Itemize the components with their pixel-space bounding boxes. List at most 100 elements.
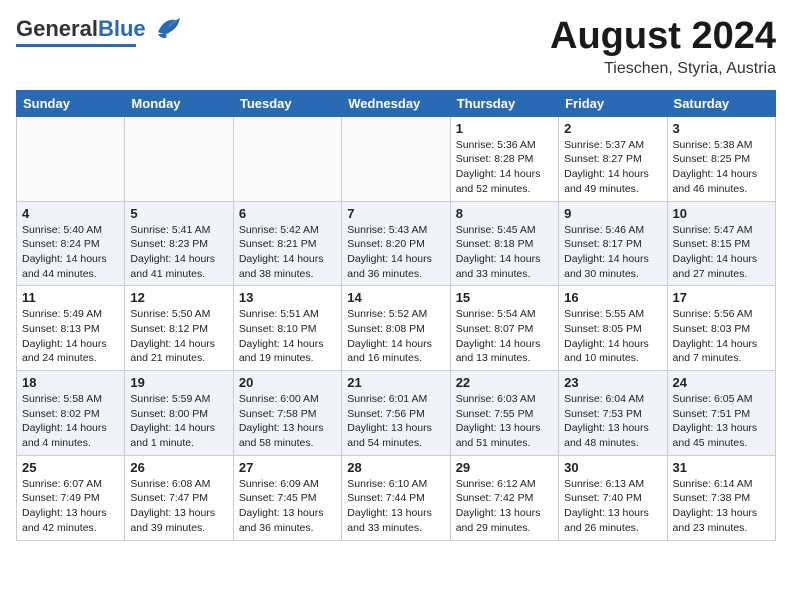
calendar-day-31: 31 Sunrise: 6:14 AM Sunset: 7:38 PM Dayli… <box>667 455 775 540</box>
day-info: Sunrise: 6:07 AM Sunset: 7:49 PM Dayligh… <box>22 477 119 536</box>
day-info: Sunrise: 5:58 AM Sunset: 8:02 PM Dayligh… <box>22 392 119 451</box>
calendar-day-28: 28 Sunrise: 6:10 AM Sunset: 7:44 PM Dayli… <box>342 455 450 540</box>
day-info: Sunrise: 6:04 AM Sunset: 7:53 PM Dayligh… <box>564 392 661 451</box>
day-info: Sunrise: 6:01 AM Sunset: 7:56 PM Dayligh… <box>347 392 444 451</box>
day-number: 26 <box>130 460 227 475</box>
logo-text: GeneralBlue <box>16 16 146 42</box>
day-info: Sunrise: 6:12 AM Sunset: 7:42 PM Dayligh… <box>456 477 553 536</box>
calendar-day-13: 13 Sunrise: 5:51 AM Sunset: 8:10 PM Dayli… <box>233 286 341 371</box>
calendar-day-15: 15Sunrise: 5:54 AM Sunset: 8:07 PM Dayli… <box>450 286 558 371</box>
day-info: Sunrise: 5:49 AM Sunset: 8:13 PM Dayligh… <box>22 307 119 366</box>
day-info: Sunrise: 5:36 AM Sunset: 8:28 PM Dayligh… <box>456 138 553 197</box>
day-number: 5 <box>130 206 227 221</box>
day-number: 17 <box>673 290 770 305</box>
calendar-day-25: 25 Sunrise: 6:07 AM Sunset: 7:49 PM Dayli… <box>17 455 125 540</box>
day-info: Sunrise: 5:54 AM Sunset: 8:07 PM Dayligh… <box>456 307 553 366</box>
weekday-header-row: SundayMondayTuesdayWednesdayThursdayFrid… <box>17 90 776 116</box>
calendar-day-10: 10 Sunrise: 5:47 AM Sunset: 8:15 PM Dayli… <box>667 201 775 286</box>
location-title: Tieschen, Styria, Austria <box>550 60 776 78</box>
day-number: 28 <box>347 460 444 475</box>
day-number: 8 <box>456 206 553 221</box>
day-number: 25 <box>22 460 119 475</box>
calendar-day-30: 30Sunrise: 6:13 AM Sunset: 7:40 PM Dayli… <box>559 455 667 540</box>
calendar-day-24: 24Sunrise: 6:05 AM Sunset: 7:51 PM Dayli… <box>667 371 775 456</box>
day-info: Sunrise: 5:40 AM Sunset: 8:24 PM Dayligh… <box>22 223 119 282</box>
day-info: Sunrise: 6:13 AM Sunset: 7:40 PM Dayligh… <box>564 477 661 536</box>
weekday-header-thursday: Thursday <box>450 90 558 116</box>
calendar-day-14: 14 Sunrise: 5:52 AM Sunset: 8:08 PM Dayli… <box>342 286 450 371</box>
day-number: 22 <box>456 375 553 390</box>
day-info: Sunrise: 5:47 AM Sunset: 8:15 PM Dayligh… <box>673 223 770 282</box>
day-info: Sunrise: 5:42 AM Sunset: 8:21 PM Dayligh… <box>239 223 336 282</box>
day-number: 31 <box>673 460 770 475</box>
day-number: 9 <box>564 206 661 221</box>
calendar-day-2: 2Sunrise: 5:37 AM Sunset: 8:27 PM Daylig… <box>559 116 667 201</box>
day-number: 7 <box>347 206 444 221</box>
calendar-day-23: 23Sunrise: 6:04 AM Sunset: 7:53 PM Dayli… <box>559 371 667 456</box>
logo: GeneralBlue <box>16 16 184 47</box>
calendar-week-row: 1 Sunrise: 5:36 AM Sunset: 8:28 PM Daylig… <box>17 116 776 201</box>
day-info: Sunrise: 5:41 AM Sunset: 8:23 PM Dayligh… <box>130 223 227 282</box>
day-number: 6 <box>239 206 336 221</box>
weekday-header-wednesday: Wednesday <box>342 90 450 116</box>
day-number: 29 <box>456 460 553 475</box>
calendar-day-27: 27Sunrise: 6:09 AM Sunset: 7:45 PM Dayli… <box>233 455 341 540</box>
calendar-day-26: 26Sunrise: 6:08 AM Sunset: 7:47 PM Dayli… <box>125 455 233 540</box>
weekday-header-saturday: Saturday <box>667 90 775 116</box>
day-info: Sunrise: 6:09 AM Sunset: 7:45 PM Dayligh… <box>239 477 336 536</box>
weekday-header-monday: Monday <box>125 90 233 116</box>
day-number: 21 <box>347 375 444 390</box>
calendar-day-12: 12 Sunrise: 5:50 AM Sunset: 8:12 PM Dayli… <box>125 286 233 371</box>
calendar-day-5: 5 Sunrise: 5:41 AM Sunset: 8:23 PM Daylig… <box>125 201 233 286</box>
calendar-table: SundayMondayTuesdayWednesdayThursdayFrid… <box>16 90 776 541</box>
day-number: 24 <box>673 375 770 390</box>
day-info: Sunrise: 5:59 AM Sunset: 8:00 PM Dayligh… <box>130 392 227 451</box>
weekday-header-sunday: Sunday <box>17 90 125 116</box>
day-number: 1 <box>456 121 553 136</box>
calendar-week-row: 25 Sunrise: 6:07 AM Sunset: 7:49 PM Dayli… <box>17 455 776 540</box>
day-info: Sunrise: 5:45 AM Sunset: 8:18 PM Dayligh… <box>456 223 553 282</box>
day-info: Sunrise: 6:10 AM Sunset: 7:44 PM Dayligh… <box>347 477 444 536</box>
month-title: August 2024 <box>550 16 776 58</box>
calendar-week-row: 11 Sunrise: 5:49 AM Sunset: 8:13 PM Dayli… <box>17 286 776 371</box>
calendar-day-22: 22Sunrise: 6:03 AM Sunset: 7:55 PM Dayli… <box>450 371 558 456</box>
day-info: Sunrise: 6:14 AM Sunset: 7:38 PM Dayligh… <box>673 477 770 536</box>
calendar-day-11: 11 Sunrise: 5:49 AM Sunset: 8:13 PM Dayli… <box>17 286 125 371</box>
calendar-day-16: 16Sunrise: 5:55 AM Sunset: 8:05 PM Dayli… <box>559 286 667 371</box>
day-number: 3 <box>673 121 770 136</box>
calendar-day-3: 3 Sunrise: 5:38 AM Sunset: 8:25 PM Daylig… <box>667 116 775 201</box>
title-block: August 2024 Tieschen, Styria, Austria <box>550 16 776 78</box>
calendar-day-18: 18 Sunrise: 5:58 AM Sunset: 8:02 PM Dayli… <box>17 371 125 456</box>
day-number: 19 <box>130 375 227 390</box>
calendar-day-4: 4Sunrise: 5:40 AM Sunset: 8:24 PM Daylig… <box>17 201 125 286</box>
calendar-empty-cell <box>233 116 341 201</box>
calendar-day-20: 20Sunrise: 6:00 AM Sunset: 7:58 PM Dayli… <box>233 371 341 456</box>
calendar-day-7: 7 Sunrise: 5:43 AM Sunset: 8:20 PM Daylig… <box>342 201 450 286</box>
day-info: Sunrise: 5:52 AM Sunset: 8:08 PM Dayligh… <box>347 307 444 366</box>
page-header: GeneralBlue August 2024 Tieschen, Styria… <box>16 16 776 78</box>
calendar-day-21: 21 Sunrise: 6:01 AM Sunset: 7:56 PM Dayli… <box>342 371 450 456</box>
calendar-day-9: 9 Sunrise: 5:46 AM Sunset: 8:17 PM Daylig… <box>559 201 667 286</box>
calendar-empty-cell <box>17 116 125 201</box>
day-number: 13 <box>239 290 336 305</box>
day-number: 14 <box>347 290 444 305</box>
logo-bird-icon <box>150 14 184 40</box>
calendar-day-29: 29 Sunrise: 6:12 AM Sunset: 7:42 PM Dayli… <box>450 455 558 540</box>
day-info: Sunrise: 5:46 AM Sunset: 8:17 PM Dayligh… <box>564 223 661 282</box>
day-number: 18 <box>22 375 119 390</box>
day-number: 12 <box>130 290 227 305</box>
calendar-week-row: 4Sunrise: 5:40 AM Sunset: 8:24 PM Daylig… <box>17 201 776 286</box>
day-info: Sunrise: 5:38 AM Sunset: 8:25 PM Dayligh… <box>673 138 770 197</box>
calendar-week-row: 18 Sunrise: 5:58 AM Sunset: 8:02 PM Dayli… <box>17 371 776 456</box>
day-info: Sunrise: 5:43 AM Sunset: 8:20 PM Dayligh… <box>347 223 444 282</box>
day-number: 11 <box>22 290 119 305</box>
day-info: Sunrise: 5:50 AM Sunset: 8:12 PM Dayligh… <box>130 307 227 366</box>
day-number: 10 <box>673 206 770 221</box>
calendar-day-8: 8 Sunrise: 5:45 AM Sunset: 8:18 PM Daylig… <box>450 201 558 286</box>
day-number: 16 <box>564 290 661 305</box>
day-number: 20 <box>239 375 336 390</box>
calendar-day-6: 6 Sunrise: 5:42 AM Sunset: 8:21 PM Daylig… <box>233 201 341 286</box>
day-info: Sunrise: 5:51 AM Sunset: 8:10 PM Dayligh… <box>239 307 336 366</box>
day-info: Sunrise: 5:37 AM Sunset: 8:27 PM Dayligh… <box>564 138 661 197</box>
calendar-day-17: 17Sunrise: 5:56 AM Sunset: 8:03 PM Dayli… <box>667 286 775 371</box>
